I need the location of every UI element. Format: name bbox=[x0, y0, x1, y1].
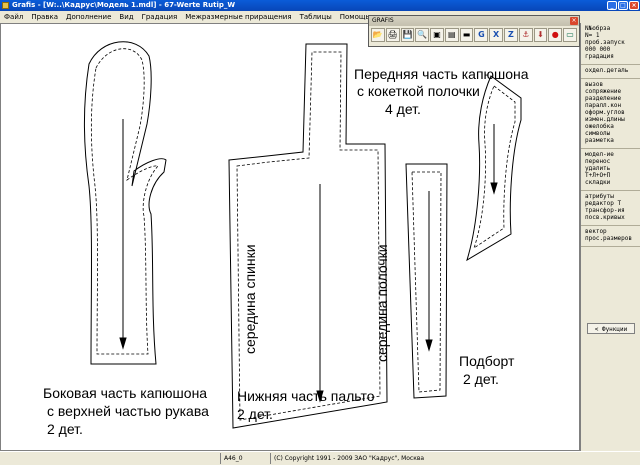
label-front-hood-count: 4 дет. bbox=[385, 101, 421, 117]
screen-icon[interactable]: ▭ bbox=[563, 28, 577, 42]
toolbar-title: GRAFIS × bbox=[369, 16, 579, 26]
menu-increments[interactable]: Межразмерные приращения bbox=[181, 11, 295, 23]
label-facing-count: 2 дет. bbox=[463, 371, 499, 387]
anchor-icon[interactable]: ⚓ bbox=[518, 28, 533, 42]
minimize-button[interactable]: _ bbox=[607, 1, 617, 10]
label-back-middle: середина спинки bbox=[242, 244, 258, 354]
panel-item[interactable]: Т+Л+О+П bbox=[585, 172, 638, 179]
panel-item[interactable]: сопряжение bbox=[585, 88, 638, 95]
piece-lower-coat-outline bbox=[228, 43, 388, 429]
menu-edit[interactable]: Правка bbox=[27, 11, 62, 23]
label-front-hood-title: Передняя часть капюшона bbox=[354, 66, 529, 82]
panel-item[interactable]: удалить bbox=[585, 165, 638, 172]
panel-group-detail: охдел.деталь bbox=[581, 65, 640, 79]
label-side-hood-subtitle: с верхней частью рукава bbox=[47, 403, 209, 419]
z-tool-icon[interactable]: Z bbox=[504, 28, 518, 42]
menu-file[interactable]: Файл bbox=[0, 11, 27, 23]
panel-group-construction: вызов сопряжение разделение паралл.кон о… bbox=[581, 79, 640, 149]
panel-group-vector: вектор прос.размеров bbox=[581, 226, 640, 247]
menu-view[interactable]: Вид bbox=[115, 11, 137, 23]
piece-lower-coat-seam bbox=[236, 51, 381, 421]
stop-icon[interactable]: ● bbox=[548, 28, 563, 42]
panel-item[interactable]: разметка bbox=[585, 137, 638, 144]
app-icon bbox=[2, 2, 9, 9]
panel-item[interactable]: вызов bbox=[585, 81, 638, 88]
panel-item[interactable]: паралл.кон bbox=[585, 102, 638, 109]
panel-item[interactable]: модел-ие bbox=[585, 151, 638, 158]
ruler-icon[interactable]: ▬ bbox=[459, 28, 474, 42]
functions-button[interactable]: < Функции bbox=[587, 323, 635, 334]
menu-tables[interactable]: Таблицы bbox=[296, 11, 336, 23]
status-copyright: (C) Copyright 1991 - 2009 ЗАО "Кадрус", … bbox=[270, 453, 570, 464]
panel-item[interactable]: охдел.деталь bbox=[585, 67, 638, 74]
panel-item[interactable]: проб.запуск bbox=[585, 39, 638, 46]
label-lower-coat-title: Нижняя часть пальто bbox=[237, 388, 375, 404]
piece-side-hood-outline bbox=[84, 41, 167, 365]
panel-item[interactable]: градация bbox=[585, 53, 638, 60]
label-facing-title: Подборт bbox=[459, 353, 515, 369]
label-side-hood-title: Боковая часть капюшона bbox=[43, 385, 208, 401]
print-icon[interactable]: 🖨 bbox=[385, 28, 400, 42]
label-front-middle: середина полочки bbox=[374, 244, 390, 362]
drawing-canvas[interactable]: Передняя часть капюшона с кокеткой полоч… bbox=[0, 23, 580, 451]
panel-item[interactable]: атрибуты bbox=[585, 193, 638, 200]
label-lower-coat-count: 2 дет. bbox=[237, 406, 273, 422]
label-side-hood-count: 2 дет. bbox=[47, 421, 83, 437]
layers-icon[interactable]: ▤ bbox=[444, 28, 459, 42]
title-bar: Grafis - [W:..\Кадрус\Модель 1.mdl] - 67… bbox=[0, 0, 640, 11]
save-icon[interactable]: 💾 bbox=[400, 28, 415, 42]
piece-side-hood-seam bbox=[90, 48, 159, 355]
panel-item[interactable]: измен.длины bbox=[585, 116, 638, 123]
status-cell-code: A46_0 bbox=[220, 453, 270, 464]
g-icon[interactable]: G bbox=[474, 28, 489, 42]
piece-facing-seam bbox=[411, 171, 442, 393]
panel-item[interactable]: оформ.углов bbox=[585, 109, 638, 116]
menu-addition[interactable]: Дополнение bbox=[62, 11, 115, 23]
x-tool-icon[interactable]: X bbox=[489, 28, 504, 42]
close-button[interactable]: × bbox=[629, 1, 639, 10]
panel-item[interactable]: складки bbox=[585, 179, 638, 186]
panel-item[interactable]: редактор Т bbox=[585, 200, 638, 207]
grain-arrow-front-hood bbox=[490, 182, 498, 195]
maximize-button[interactable]: □ bbox=[618, 1, 628, 10]
panel-item[interactable]: N= 1 bbox=[585, 32, 638, 39]
label-front-hood-subtitle: с кокеткой полочки bbox=[357, 83, 480, 99]
panel-item[interactable]: N№обрза bbox=[585, 25, 638, 32]
window-title: Grafis - [W:..\Кадрус\Модель 1.mdl] - 67… bbox=[12, 1, 236, 9]
panel-item[interactable]: разделение bbox=[585, 95, 638, 102]
open-folder-icon[interactable]: 📂 bbox=[371, 28, 385, 42]
grafis-toolbar-window[interactable]: GRAFIS × 📂 🖨 💾 🔍 ▣ ▤ ▬ G X Z ⚓ ⬇ ● ▭ bbox=[368, 15, 580, 47]
page-icon[interactable]: ▣ bbox=[430, 28, 444, 42]
menu-grading[interactable]: Градация bbox=[138, 11, 182, 23]
panel-group-grading: N№обрза N= 1 проб.запуск 000 000 градаци… bbox=[581, 23, 640, 65]
panel-item[interactable]: перенос bbox=[585, 158, 638, 165]
panel-item[interactable]: ожелобка bbox=[585, 123, 638, 130]
panel-item[interactable]: трансфор-ия bbox=[585, 207, 638, 214]
panel-item[interactable]: вектор bbox=[585, 228, 638, 235]
panel-item[interactable]: 000 000 bbox=[585, 46, 638, 53]
grain-arrow-facing bbox=[425, 339, 433, 352]
panel-item[interactable]: символы bbox=[585, 130, 638, 137]
grain-arrow-side-hood bbox=[119, 337, 127, 350]
status-bar: A46_0 (C) Copyright 1991 - 2009 ЗАО "Кад… bbox=[0, 451, 640, 465]
arrow-down-icon[interactable]: ⬇ bbox=[533, 28, 548, 42]
panel-group-modeling: модел-ие перенос удалить Т+Л+О+П складки bbox=[581, 149, 640, 191]
zoom-icon[interactable]: 🔍 bbox=[415, 28, 430, 42]
panel-group-attributes: атрибуты редактор Т трансфор-ия посв.кри… bbox=[581, 191, 640, 226]
toolbar-close-icon[interactable]: × bbox=[570, 17, 578, 25]
panel-item[interactable]: прос.размеров bbox=[585, 235, 638, 242]
panel-item[interactable]: посв.кривых bbox=[585, 214, 638, 221]
right-function-panel: N№обрза N= 1 проб.запуск 000 000 градаци… bbox=[580, 23, 640, 451]
